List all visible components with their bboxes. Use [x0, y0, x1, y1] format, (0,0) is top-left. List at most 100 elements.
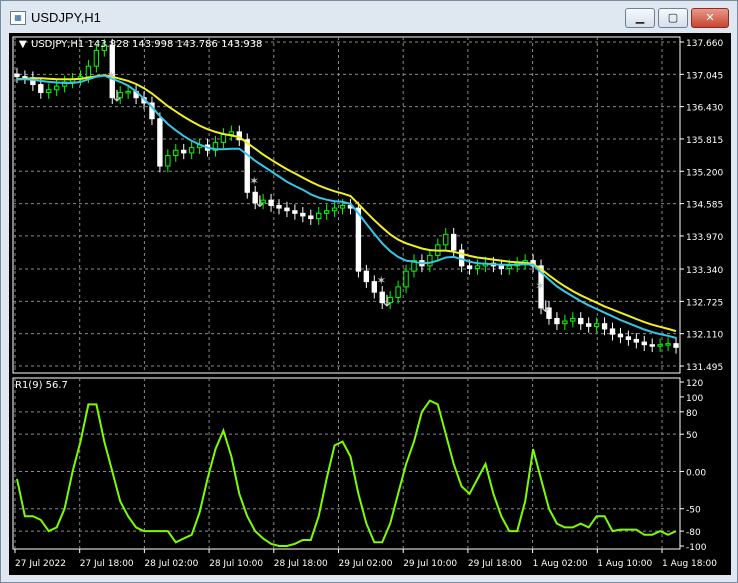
candle-body	[578, 317, 584, 325]
time-tick-label: 1 Aug 10:00	[597, 559, 652, 569]
star-icon: ✶	[376, 274, 386, 288]
candle-body	[633, 338, 640, 343]
window-title: USDJPY,H1	[31, 10, 101, 25]
candle-body	[165, 155, 171, 167]
price-tick-label: 132.110	[686, 331, 723, 341]
osc-tick-label: 100	[686, 394, 703, 404]
star-icon: ✶	[535, 279, 545, 293]
candle-body	[292, 210, 298, 214]
chart-window-icon: ▦	[10, 11, 26, 25]
price-tick-label: 135.200	[686, 168, 723, 178]
candle-body	[641, 341, 647, 346]
candle-body	[173, 149, 179, 157]
price-tick-label: 133.970	[686, 233, 723, 243]
candle-body	[506, 265, 512, 270]
chart-header-text: USDJPY,H1 143.828 143.998 143.786 143.93…	[31, 39, 262, 50]
candle-body	[323, 210, 330, 214]
price-chart[interactable]: ✶ ↓ ✶ ↓ ✶ ↓ ✶ ↓ 137.660 137.045 136.430 135.815 135…	[9, 33, 731, 575]
time-tick-label: 28 Jul 10:00	[209, 559, 263, 569]
candle-body	[562, 320, 568, 325]
star-icon: ✶	[249, 174, 259, 188]
candle-body	[300, 212, 306, 217]
candle-body	[617, 333, 624, 338]
dropdown-icon[interactable]: ▼	[19, 39, 27, 50]
candle-body	[403, 270, 409, 288]
price-tick-label: 135.815	[686, 136, 723, 146]
price-tick-label: 132.725	[686, 298, 723, 308]
star-icon: ✶	[106, 69, 116, 83]
candle-body	[14, 73, 20, 78]
time-tick-label: 27 Jul 18:00	[80, 559, 134, 569]
osc-tick-label: 50	[686, 431, 698, 441]
candle-body	[609, 328, 616, 335]
candle-body	[38, 84, 44, 93]
candle-body	[498, 265, 505, 270]
candle-body	[339, 204, 346, 209]
candle-body	[308, 215, 314, 220]
title-bar[interactable]: ▦ USDJPY,H1 ▁ ▢ ✕	[1, 1, 737, 33]
maximize-button[interactable]: ▢	[658, 8, 688, 28]
time-tick-label: 29 Jul 02:00	[339, 559, 393, 569]
minimize-button[interactable]: ▁	[625, 8, 655, 28]
candle-body	[220, 133, 227, 143]
candle-body	[355, 207, 362, 272]
candle-body	[554, 317, 560, 325]
candle-body	[228, 131, 235, 135]
down-arrow-icon: ↓	[539, 297, 552, 316]
down-arrow-icon: ↓	[110, 87, 123, 106]
candle-body	[570, 317, 576, 322]
price-tick-label: 133.340	[686, 266, 723, 276]
candle-body	[85, 65, 92, 78]
candle-body	[395, 286, 401, 298]
candle-body	[93, 49, 100, 67]
chart-area[interactable]: ✶ ↓ ✶ ↓ ✶ ↓ ✶ ↓ 137.660 137.045 136.430 135.815 135…	[9, 33, 731, 575]
candle-body	[601, 323, 608, 330]
price-tick-label: 136.430	[686, 104, 723, 114]
candle-body	[657, 344, 663, 347]
candle-body	[157, 118, 163, 167]
time-tick-label: 27 Jul 2022	[15, 559, 66, 569]
close-icon: ✕	[705, 11, 715, 24]
candle-body	[665, 343, 671, 346]
candle-body	[474, 265, 481, 270]
down-arrow-icon: ↓	[380, 292, 393, 311]
price-tick-label: 131.495	[686, 363, 723, 373]
candle-body	[673, 343, 679, 348]
candle-body	[268, 199, 274, 206]
maximize-icon: ▢	[667, 11, 679, 24]
candle-body	[593, 323, 600, 327]
osc-tick-label: -100	[686, 543, 707, 553]
candle-body	[466, 265, 473, 270]
osc-tick-label: -80	[686, 528, 701, 538]
osc-tick-label: 80	[686, 409, 698, 419]
time-tick-label: 29 Jul 10:00	[403, 559, 457, 569]
candle-body	[649, 344, 655, 347]
candle-body	[125, 90, 131, 94]
time-tick-label: 29 Jul 18:00	[468, 559, 522, 569]
price-tick-label: 134.585	[686, 201, 723, 211]
price-tick-label: 137.045	[686, 71, 723, 81]
time-tick-label: 28 Jul 02:00	[144, 559, 198, 569]
candle-body	[443, 233, 449, 246]
candle-body	[451, 233, 457, 251]
candle-body	[586, 323, 592, 327]
candle-body	[625, 336, 632, 340]
osc-tick-label: -50	[686, 506, 701, 516]
candle-body	[363, 270, 370, 283]
candle-body	[181, 149, 187, 154]
close-button[interactable]: ✕	[691, 8, 729, 28]
candle-body	[276, 204, 282, 209]
candle-body	[284, 207, 290, 212]
candle-body	[53, 85, 60, 91]
osc-tick-label: 0.00	[686, 468, 706, 478]
minimize-icon: ▁	[635, 11, 645, 24]
chart-window: ▦ USDJPY,H1 ▁ ▢ ✕ ✶ ↓ ✶ ↓ ✶ ↓ ✶ ↓ 137.660 137.04…	[0, 0, 738, 583]
time-tick-label: 1 Aug 02:00	[533, 559, 588, 569]
down-arrow-icon: ↓	[253, 192, 266, 211]
candle-body	[188, 147, 195, 154]
price-tick-label: 137.660	[686, 39, 723, 49]
indicator-label: R1(9) 56.7	[15, 380, 68, 391]
candle-body	[427, 254, 433, 267]
candle-body	[331, 207, 338, 212]
candle-body	[46, 89, 52, 93]
